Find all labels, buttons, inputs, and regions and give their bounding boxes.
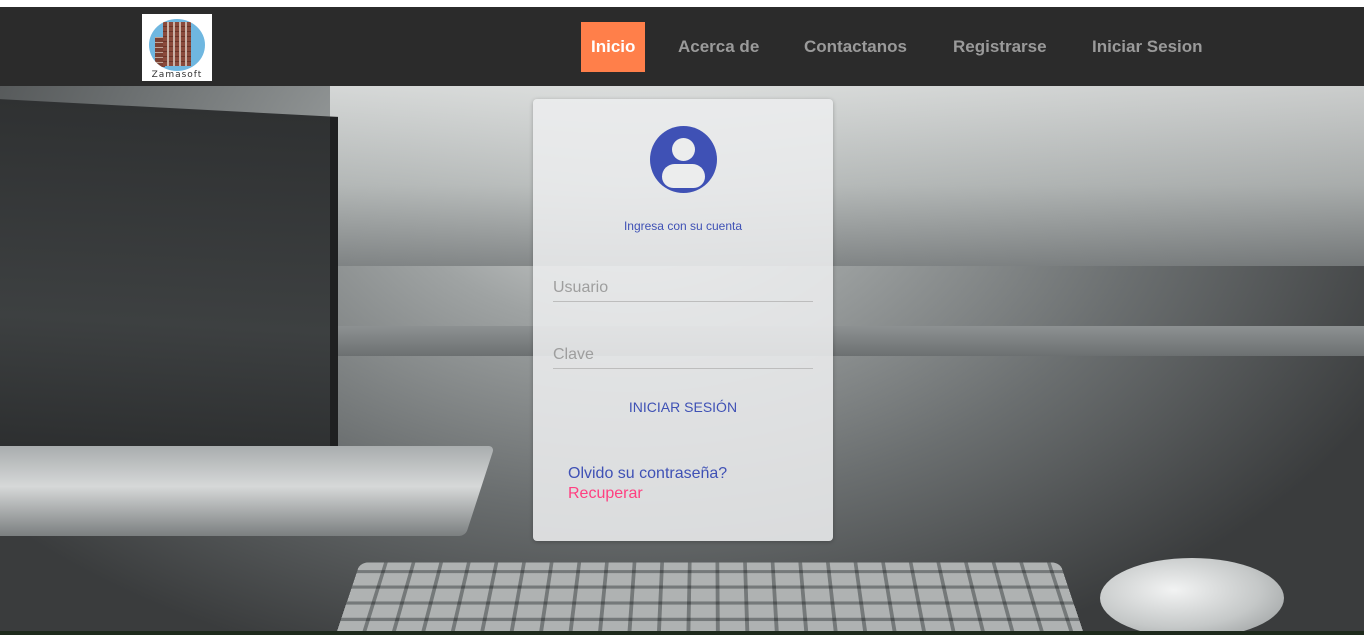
recover-link[interactable]: Recuperar — [568, 485, 643, 503]
username-input[interactable] — [553, 275, 813, 302]
login-subtitle: Ingresa con su cuenta — [623, 219, 743, 233]
background-laptop-screen — [0, 99, 338, 477]
nav-iniciar-sesion[interactable]: Iniciar Sesion — [1092, 22, 1203, 72]
avatar-body — [662, 164, 705, 188]
nav-contactanos[interactable]: Contactanos — [804, 22, 907, 72]
background-mouse — [1100, 558, 1284, 635]
login-button[interactable]: INICIAR SESIÓN — [613, 395, 753, 419]
background-window — [330, 86, 1364, 266]
nav-registrarse[interactable]: Registrarse — [953, 22, 1047, 72]
top-border — [0, 0, 1364, 7]
navbar: Zamasoft Inicio Acerca de Contactanos Re… — [0, 7, 1364, 86]
nav-inicio[interactable]: Inicio — [581, 22, 646, 72]
building-icon — [163, 22, 191, 66]
background-laptop-base — [0, 446, 495, 536]
bottom-strip — [0, 631, 1364, 635]
nav-acerca-de[interactable]: Acerca de — [678, 22, 759, 72]
logo-emblem — [149, 19, 205, 71]
background-shelf — [330, 326, 1364, 356]
account-circle-icon — [650, 126, 717, 193]
logo-text: Zamasoft — [151, 70, 203, 80]
password-input[interactable] — [553, 342, 813, 369]
login-card: Ingresa con su cuenta INICIAR SESIÓN Olv… — [533, 99, 833, 541]
brand-logo[interactable]: Zamasoft — [142, 14, 212, 81]
avatar-head — [672, 138, 695, 161]
background-keyboard — [330, 562, 1090, 635]
forgot-password-text: Olvido su contraseña? — [568, 465, 728, 482]
